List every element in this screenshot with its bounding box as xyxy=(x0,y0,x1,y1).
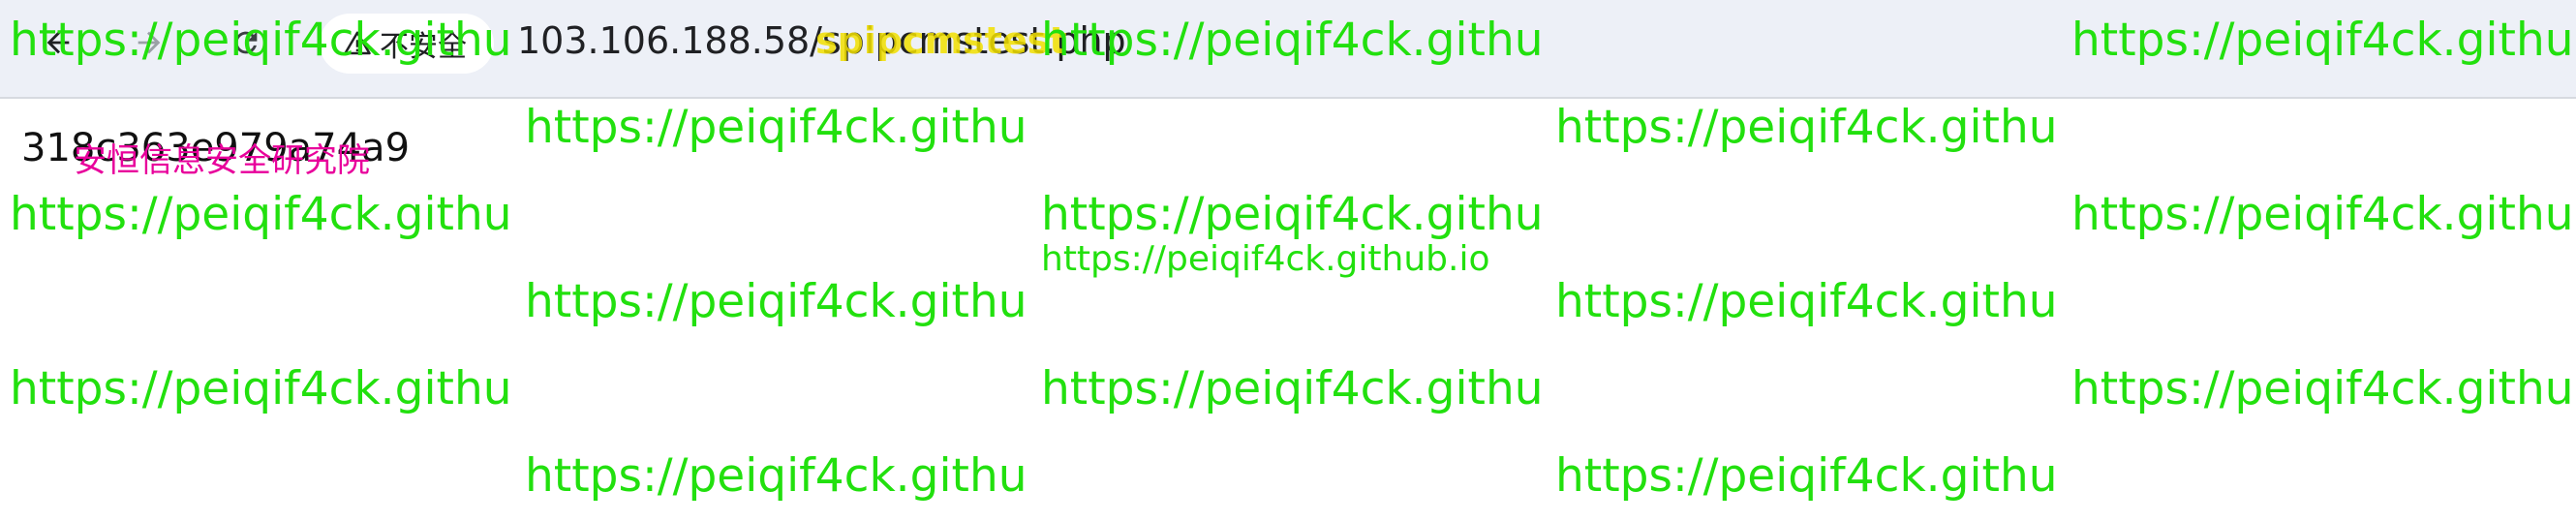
watermark-text: https://peiqif4ck.githu xyxy=(2071,188,2574,241)
url-overlay-text: spipcmstest xyxy=(815,19,1067,62)
watermark-text: https://peiqif4ck.githu xyxy=(1041,14,1544,67)
watermark-text: https://peiqif4ck.githu xyxy=(2071,362,2574,415)
watermark-text: https://peiqif4ck.githu xyxy=(1555,101,2058,154)
watermark-text: https://peiqif4ck.githu xyxy=(1555,449,2058,503)
page-overlay-text: 安恒信息安全研究院 xyxy=(74,141,370,180)
watermark-text: https://peiqif4ck.githu xyxy=(10,362,512,415)
watermark-text: https://peiqif4ck.githu xyxy=(525,101,1027,154)
watermark-small-text: https://peiqif4ck.github.io xyxy=(1041,239,1490,279)
watermark-text: https://peiqif4ck.githu xyxy=(10,14,512,67)
watermark-text: https://peiqif4ck.githu xyxy=(1555,275,2058,328)
watermark-text: https://peiqif4ck.githu xyxy=(10,188,512,241)
watermark-text: https://peiqif4ck.githu xyxy=(525,449,1027,503)
watermark-text: https://peiqif4ck.githu xyxy=(2071,14,2574,67)
watermark-text: https://peiqif4ck.githu xyxy=(1041,188,1544,241)
watermark-text: https://peiqif4ck.githu xyxy=(525,275,1027,328)
watermark-text: https://peiqif4ck.githu xyxy=(1041,362,1544,415)
